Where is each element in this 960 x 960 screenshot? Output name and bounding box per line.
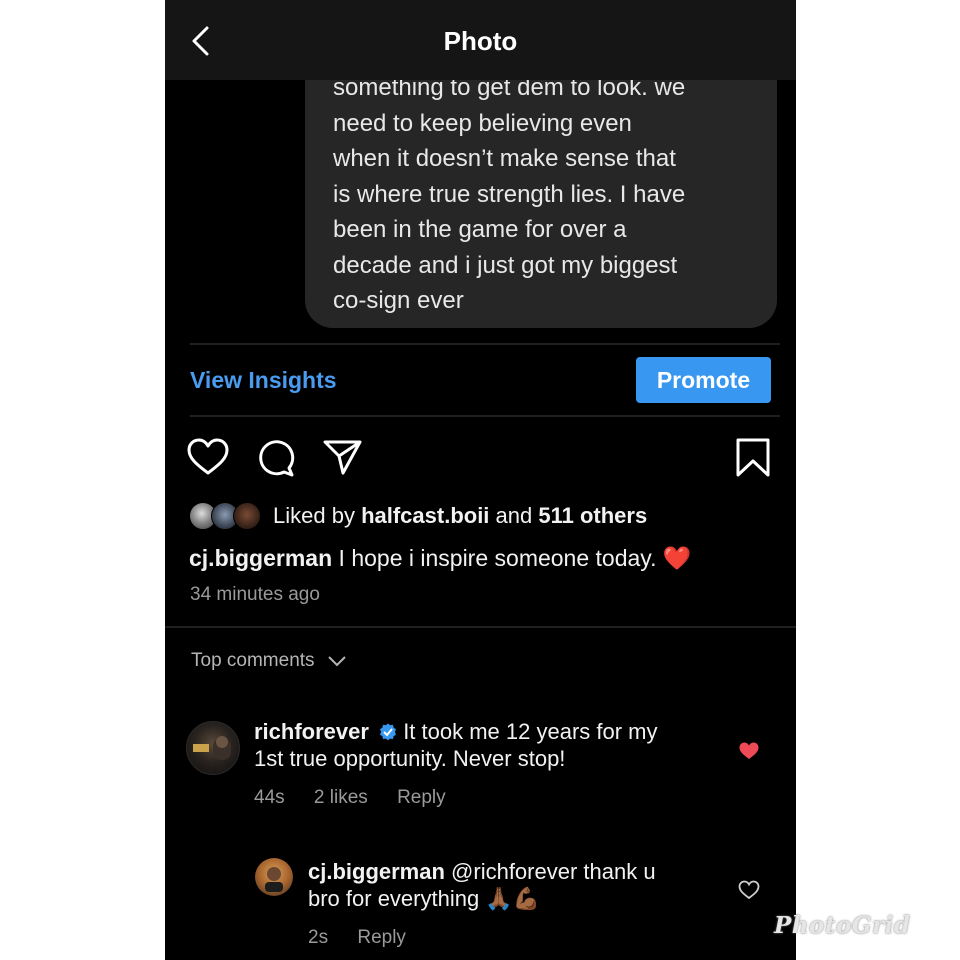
bookmark-icon [736,438,770,477]
comment-icon [259,440,295,477]
avatar [233,502,261,530]
comment-text: cj.biggerman @richforever thank u bro fo… [308,858,728,912]
divider [190,415,780,417]
comment-like-button[interactable] [738,880,760,905]
page-title: Photo [443,26,518,56]
like-button[interactable] [186,437,230,482]
verified-badge-icon [380,723,397,741]
top-comments-label: Top comments [191,650,315,671]
top-comments-dropdown[interactable]: Top comments [191,650,347,672]
post-timestamp: 34 minutes ago [190,584,320,605]
liker-username[interactable]: halfcast.boii [361,503,489,529]
comment-time: 44s [254,787,285,808]
comment-username[interactable]: richforever [254,719,369,744]
liked-by-middle: and [489,503,539,528]
caption: cj.biggerman I hope i inspire someone to… [189,545,692,572]
post-text-line: co-sign ever [333,287,464,314]
post-text-line: decade and i just got my biggest [333,251,678,279]
comment-body: 1st true opportunity. Never stop! [254,746,566,771]
comment-body: It took me 12 years for my [397,719,658,744]
liker-avatars [189,502,267,530]
comment-time: 2s [308,927,329,948]
post-text-line: need to keep believing even [333,109,632,137]
avatar-art-icon [265,867,283,892]
phone-screen: Photo something to get dem to look. we n… [165,0,796,960]
caption-username[interactable]: cj.biggerman [189,545,332,571]
post-text-line: when it doesn’t make sense that [333,145,676,172]
comment-button[interactable] [254,437,298,484]
comment-text: richforever It took me 12 years for my 1… [254,718,714,772]
others-count[interactable]: 511 others [538,503,647,529]
post-text-line: been in the game for over a [333,216,627,243]
chevron-down-icon [327,656,346,667]
comment-meta: 2s Reply [308,927,430,949]
heart-outline-icon [738,880,760,900]
post-text: something to get dem to look. we need to… [333,70,773,319]
avatar-art-icon [193,736,231,760]
post-text-line: is where true strength lies. I have [333,180,686,208]
reply-button[interactable]: Reply [397,787,446,808]
avatar[interactable] [255,858,293,896]
comment-body: bro for everything 🙏🏾💪🏾 [308,886,541,911]
liked-by-prefix: Liked by [273,503,362,528]
comment-body: @richforever thank u [444,859,656,884]
divider [190,343,780,345]
avatar[interactable] [186,721,240,775]
share-icon [323,440,362,475]
reply-button[interactable]: Reply [357,927,406,948]
message-bubble: something to get dem to look. we need to… [305,40,777,328]
liked-by-row[interactable]: Liked by halfcast.boii and 511 others [189,502,647,530]
top-bar: Photo [165,0,796,80]
photogrid-watermark: PhotoGrid [774,912,911,939]
share-button[interactable] [321,437,365,482]
caption-text: I hope i inspire someone today. ❤️ [332,545,692,571]
heart-icon [187,438,229,475]
promote-button[interactable]: Promote [636,357,771,403]
comment-like-button[interactable] [738,741,760,766]
divider [165,626,796,628]
view-insights-link[interactable]: View Insights [190,367,337,394]
comment-meta: 44s 2 likes Reply [254,787,470,809]
bookmark-button[interactable] [734,437,772,484]
comment-username[interactable]: cj.biggerman [308,859,445,884]
heart-filled-icon [739,742,759,759]
comment-likes[interactable]: 2 likes [314,787,368,808]
